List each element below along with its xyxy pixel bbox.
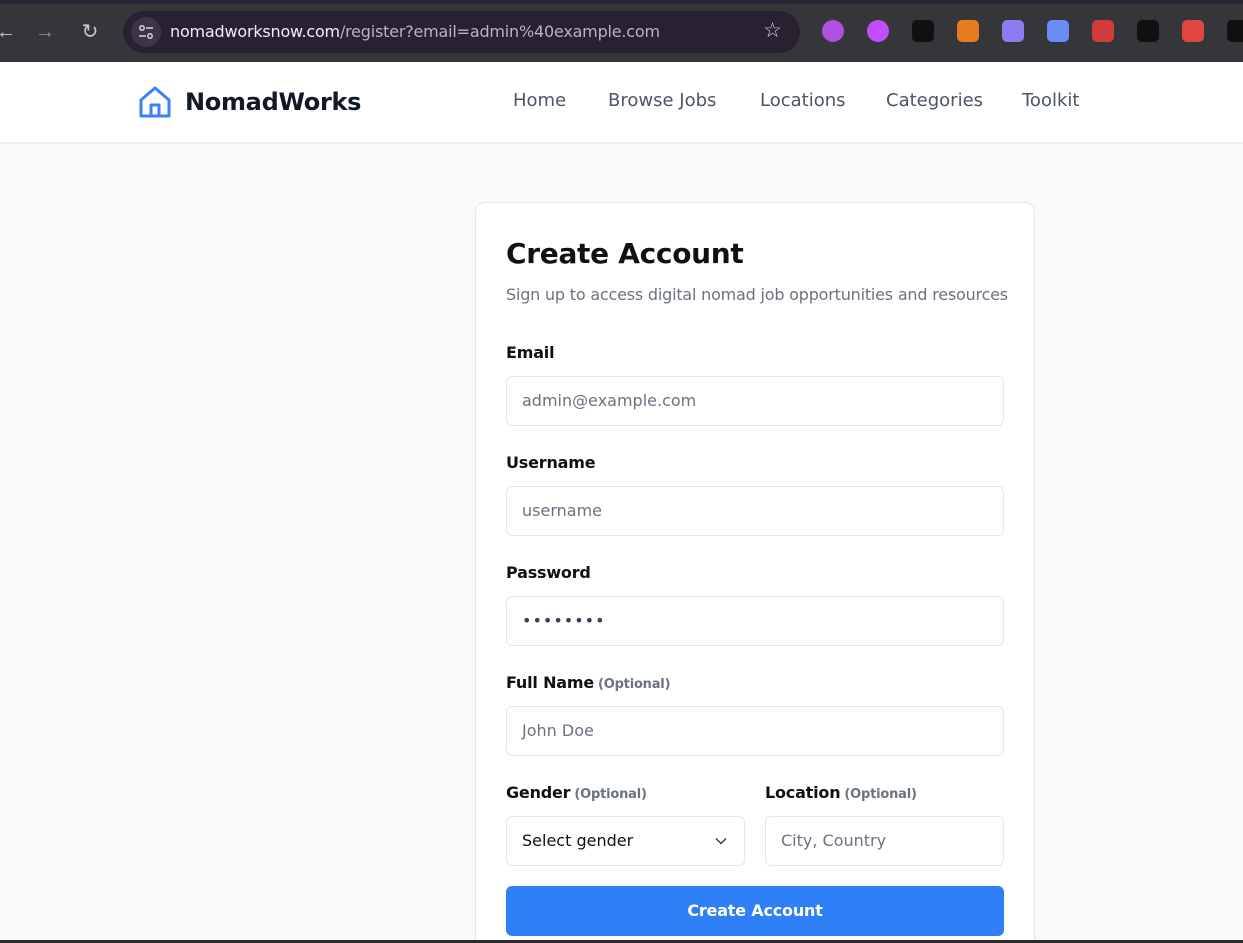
location-field[interactable]: City, Country [765, 816, 1004, 866]
browser-toolbar: ← → ↻ nomadworksnow.com/register?email=a… [0, 0, 1243, 62]
fullname-label: Full Name (Optional) [506, 673, 671, 692]
chevron-down-icon [715, 837, 727, 845]
forward-arrow-icon[interactable]: → [31, 18, 59, 46]
gender-select[interactable]: Select gender [506, 816, 745, 866]
optional-tag: (Optional) [597, 677, 671, 692]
extension-circle-icon[interactable] [822, 20, 844, 42]
form-subtitle: Sign up to access digital nomad job oppo… [506, 285, 1008, 304]
extension-text-icon[interactable] [1227, 20, 1243, 42]
extension-s-icon[interactable] [957, 20, 979, 42]
username-field[interactable]: username [506, 486, 1004, 536]
create-account-button[interactable]: Create Account [506, 886, 1004, 936]
fullname-field[interactable]: John Doe [506, 706, 1004, 756]
email-field[interactable]: admin@example.com [506, 376, 1004, 426]
gender-select-value: Select gender [522, 831, 634, 850]
site-settings-icon[interactable] [131, 17, 161, 47]
extension-arrow-icon[interactable] [1047, 20, 1069, 42]
backpack-icon[interactable] [1182, 20, 1204, 42]
nav-toolkit[interactable]: Toolkit [1022, 90, 1079, 111]
password-field[interactable]: •••••••• [506, 596, 1004, 646]
nav-locations[interactable]: Locations [760, 90, 846, 111]
ghost-icon[interactable] [1002, 20, 1024, 42]
url-host: nomadworksnow.com [170, 22, 340, 41]
reload-icon[interactable]: ↻ [76, 18, 104, 46]
location-label: Location (Optional) [765, 783, 917, 802]
gender-label: Gender (Optional) [506, 783, 647, 802]
url-text[interactable]: nomadworksnow.com/register?email=admin%4… [170, 22, 660, 41]
bookmark-star-icon[interactable]: ☆ [763, 20, 782, 42]
x-icon[interactable] [912, 20, 934, 42]
address-bar[interactable]: nomadworksnow.com/register?email=admin%4… [123, 11, 800, 53]
nav-home[interactable]: Home [513, 90, 566, 111]
nav-categories[interactable]: Categories [886, 90, 983, 111]
password-label: Password [506, 563, 591, 582]
url-path: /register?email=admin%40example.com [339, 22, 660, 41]
optional-tag: (Optional) [574, 787, 647, 802]
site-header: NomadWorks Home Browse Jobs Locations Ca… [0, 62, 1243, 142]
extension-me-icon[interactable] [1092, 20, 1114, 42]
optional-tag: (Optional) [844, 787, 917, 802]
extension-dice-icon[interactable] [1137, 20, 1159, 42]
username-label: Username [506, 453, 596, 472]
extension-target-icon[interactable] [867, 20, 889, 42]
nav-browse-jobs[interactable]: Browse Jobs [608, 90, 716, 111]
form-title: Create Account [506, 237, 744, 270]
tab-strip [0, 0, 1243, 4]
email-label: Email [506, 343, 555, 362]
location-label-text: Location [765, 783, 841, 802]
fullname-label-text: Full Name [506, 673, 594, 692]
back-arrow-icon[interactable]: ← [0, 18, 20, 46]
register-card: Create Account Sign up to access digital… [475, 202, 1035, 943]
main-nav: Home Browse Jobs Locations Categories To… [0, 90, 1243, 116]
gender-label-text: Gender [506, 783, 571, 802]
